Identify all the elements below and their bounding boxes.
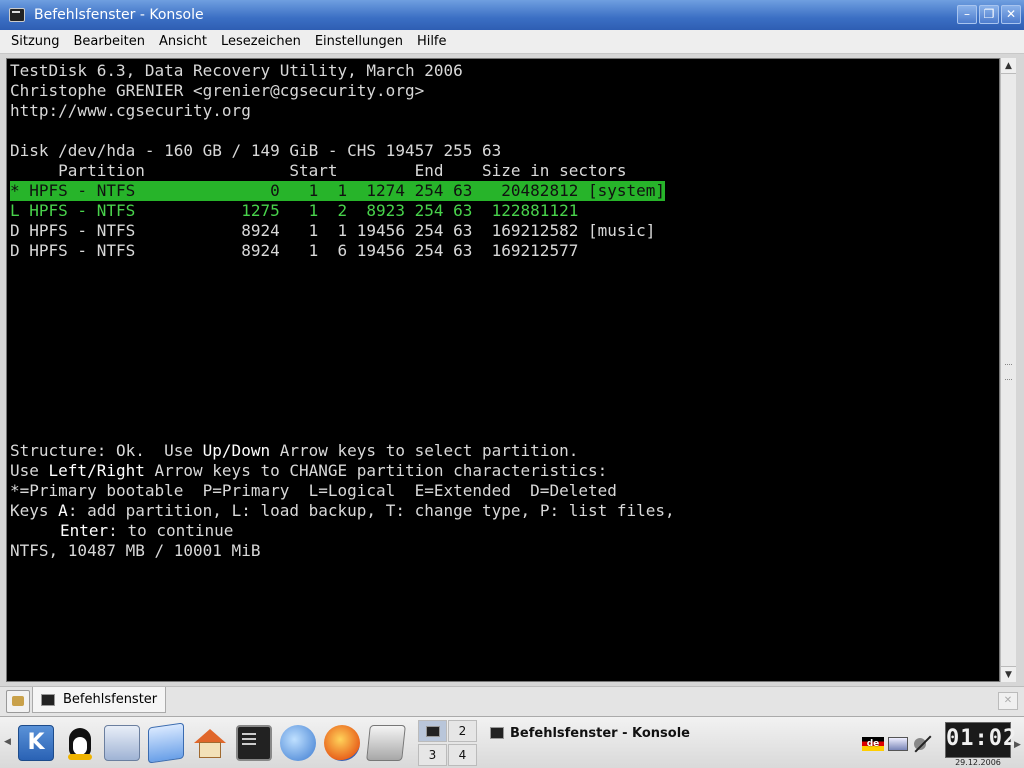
partition-row[interactable]: D HPFS - NTFS 8924 1 1 19456 254 63 1692… [10, 221, 655, 241]
terminal-screen[interactable]: TestDisk 6.3, Data Recovery Utility, Mar… [6, 58, 1000, 682]
help-text: Arrow keys to CHANGE partition character… [144, 461, 608, 480]
terminal-container: TestDisk 6.3, Data Recovery Utility, Mar… [0, 54, 1024, 686]
web-browser-icon[interactable] [280, 725, 316, 761]
close-button[interactable]: ✕ [1001, 5, 1021, 24]
window-controls: – ❐ ✕ [957, 5, 1021, 24]
legend-line: *=Primary bootable P=Primary L=Logical E… [10, 481, 617, 500]
panel-hide-arrow-icon[interactable]: ◀ [4, 737, 14, 747]
session-tab-bar: Befehlsfenster ✕ [0, 686, 1024, 716]
minimize-button[interactable]: – [957, 5, 977, 24]
partition-row[interactable]: L HPFS - NTFS 1275 1 2 8923 254 63 12288… [10, 201, 578, 221]
help-text: Use [10, 461, 49, 480]
text-editor-icon[interactable] [148, 722, 184, 764]
new-session-icon [12, 696, 24, 706]
partition-row[interactable]: D HPFS - NTFS 8924 1 6 19456 254 63 1692… [10, 241, 578, 261]
header-line-1: TestDisk 6.3, Data Recovery Utility, Mar… [10, 61, 463, 80]
clock-date: 29.12.2006 [955, 758, 1001, 767]
office-launcher-icon[interactable] [366, 725, 406, 761]
terminal-icon [41, 693, 55, 706]
konsole-launcher-icon[interactable] [236, 725, 272, 761]
new-session-button[interactable] [6, 690, 30, 713]
taskbar-window-entry[interactable]: Befehlsfenster - Konsole [490, 722, 690, 744]
panel-hide-right-arrow-icon[interactable]: ▶ [1014, 740, 1021, 750]
menu-hilfe[interactable]: Hilfe [410, 34, 454, 49]
menu-lesezeichen[interactable]: Lesezeichen [214, 34, 308, 49]
help-text: Structure: Ok. Use [10, 441, 203, 460]
show-desktop-icon[interactable] [104, 725, 140, 761]
help-text: Keys [10, 501, 59, 520]
title-bar: Befehlsfenster - Konsole – ❐ ✕ [0, 0, 1024, 30]
taskbar-entry-label: Befehlsfenster - Konsole [510, 725, 690, 741]
help-line-5: Enter: to continue [60, 521, 233, 541]
menu-sitzung[interactable]: Sitzung [4, 34, 67, 49]
display-icon[interactable] [888, 737, 908, 751]
help-line-4: Keys A: add partition, L: load backup, T… [10, 501, 675, 521]
session-tab[interactable]: Befehlsfenster [32, 687, 166, 713]
konsole-app-icon[interactable] [9, 8, 25, 22]
window-title: Befehlsfenster - Konsole [34, 7, 204, 23]
help-line-2: Use Left/Right Arrow keys to CHANGE part… [10, 461, 607, 481]
header-line-3: http://www.cgsecurity.org [10, 101, 251, 120]
menu-bar: Sitzung Bearbeiten Ansicht Lesezeichen E… [0, 30, 1024, 54]
keyboard-layout-icon[interactable]: de [862, 737, 884, 751]
status-line: NTFS, 10487 MB / 10001 MiB [10, 541, 261, 560]
k-menu-button[interactable]: K [18, 725, 54, 761]
volume-muted-icon[interactable] [912, 734, 932, 754]
terminal-scrollbar[interactable]: ▲ ▼ [1000, 58, 1016, 682]
scroll-down-arrow-icon[interactable]: ▼ [1001, 666, 1016, 682]
tux-launcher-icon[interactable] [62, 725, 98, 761]
help-text: Arrow keys to select partition. [270, 441, 579, 460]
keyboard-layout-label: de [866, 739, 880, 749]
menu-ansicht[interactable]: Ansicht [152, 34, 214, 49]
partition-row-selected[interactable]: * HPFS - NTFS 0 1 1 1274 254 63 20482812… [10, 181, 666, 201]
disk-info-line: Disk /dev/hda - 160 GB / 149 GiB - CHS 1… [10, 141, 502, 160]
home-folder-icon[interactable] [192, 725, 228, 761]
pager-desktop-3[interactable]: 3 [418, 744, 447, 766]
header-line-2: Christophe GRENIER <grenier@cgsecurity.o… [10, 81, 425, 100]
desktop-pager: 2 3 4 [418, 720, 478, 766]
scroll-up-arrow-icon[interactable]: ▲ [1001, 58, 1016, 74]
pager-desktop-4[interactable]: 4 [448, 744, 477, 766]
key-hint-a: A [58, 501, 68, 520]
system-tray: de [862, 734, 932, 754]
help-text: : add partition, L: load backup, T: chan… [67, 501, 675, 520]
clock-time[interactable]: 01:02 [945, 722, 1016, 758]
terminal-icon [490, 727, 504, 739]
session-tab-label: Befehlsfenster [63, 692, 158, 707]
key-hint-updown: Up/Down [202, 441, 271, 460]
scroll-track[interactable] [1001, 74, 1016, 666]
key-hint-leftright: Left/Right [48, 461, 145, 480]
maximize-button[interactable]: ❐ [979, 5, 999, 24]
close-session-button[interactable]: ✕ [998, 692, 1018, 710]
key-hint-enter: Enter [60, 521, 109, 540]
menu-einstellungen[interactable]: Einstellungen [308, 34, 410, 49]
menu-bearbeiten[interactable]: Bearbeiten [67, 34, 152, 49]
help-text: : to continue [108, 521, 234, 540]
partition-columns-header: Partition Start End Size in sectors [10, 161, 627, 180]
pager-desktop-2[interactable]: 2 [448, 720, 477, 742]
firefox-icon[interactable] [324, 725, 360, 761]
scroll-grip-icon[interactable] [1005, 364, 1012, 380]
help-line-1: Structure: Ok. Use Up/Down Arrow keys to… [10, 441, 578, 461]
pager-desktop-1[interactable] [418, 720, 447, 742]
